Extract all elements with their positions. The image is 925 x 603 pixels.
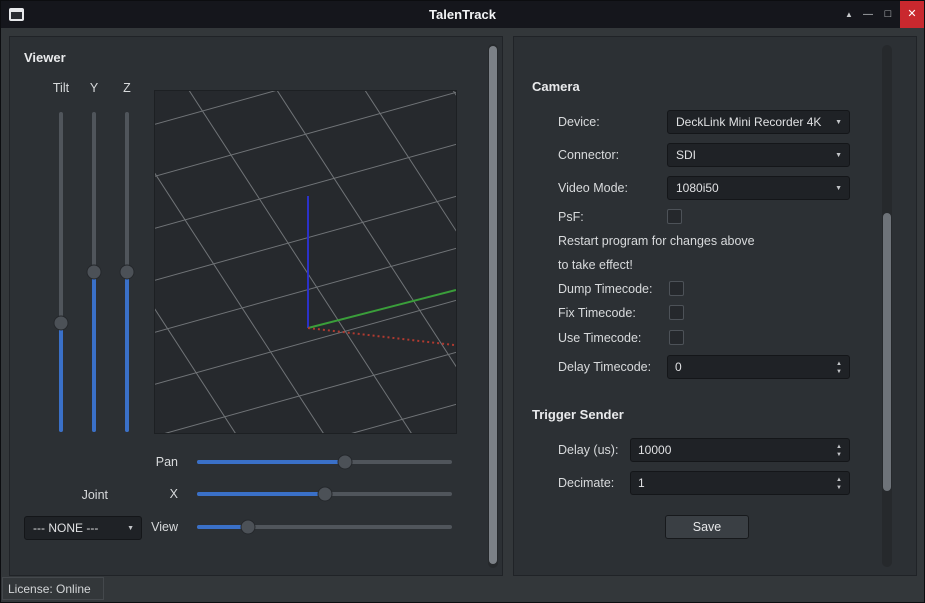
statusbar-cell: License: Online	[2, 577, 104, 600]
slider-fill	[92, 272, 96, 432]
z-slider[interactable]	[117, 112, 137, 432]
delay-us-spinbox[interactable]: ▲ ▼	[630, 438, 850, 462]
slider-fill	[59, 323, 63, 432]
fix-timecode-label: Fix Timecode:	[558, 305, 663, 321]
chevron-down-icon: ▼	[835, 144, 842, 167]
dump-timecode-label: Dump Timecode:	[558, 281, 663, 297]
delay-us-label: Delay (us):	[558, 442, 628, 458]
window-menu-icon-inner	[11, 12, 22, 19]
slider-fill	[125, 272, 129, 432]
delay-us-input[interactable]	[631, 439, 831, 461]
slider-fill	[197, 460, 345, 464]
camera-section-title: Camera	[532, 79, 580, 95]
spin-down-icon[interactable]: ▼	[836, 485, 842, 491]
viewer-panel: Viewer Tilt Y Z	[9, 36, 503, 576]
spin-arrows[interactable]: ▲ ▼	[832, 439, 846, 463]
3d-viewport[interactable]	[154, 90, 457, 434]
slider-fill	[197, 492, 325, 496]
joint-select-value: --- NONE ---	[33, 521, 98, 535]
delay-timecode-label: Delay Timecode:	[558, 359, 666, 375]
chevron-down-icon: ▼	[835, 177, 842, 200]
psf-checkbox[interactable]	[667, 209, 682, 224]
grid-3d-view	[155, 91, 457, 434]
window-title: TalenTrack	[1, 1, 924, 28]
pan-slider[interactable]	[197, 452, 452, 472]
chevron-down-icon: ▼	[835, 111, 842, 134]
x-slider[interactable]	[197, 484, 452, 504]
slider-handle[interactable]	[54, 316, 69, 331]
viewer-scrollbar[interactable]	[488, 44, 498, 568]
pan-slider-label: Pan	[108, 454, 178, 470]
video-mode-label: Video Mode:	[558, 180, 663, 196]
video-mode-select[interactable]: 1080i50 ▼	[667, 176, 850, 200]
delay-timecode-input[interactable]	[668, 356, 831, 378]
axis-green-line	[308, 290, 456, 328]
spin-up-icon[interactable]: ▲	[836, 361, 842, 367]
spin-arrows[interactable]: ▲ ▼	[832, 472, 846, 496]
decimate-label: Decimate:	[558, 475, 628, 491]
spin-up-icon[interactable]: ▲	[836, 477, 842, 483]
settings-panel: Camera Device: DeckLink Mini Recorder 4K…	[513, 36, 917, 576]
spin-arrows[interactable]: ▲ ▼	[832, 356, 846, 380]
maximize-icon[interactable]: □	[879, 1, 897, 28]
decimate-input[interactable]	[631, 472, 831, 494]
slider-handle[interactable]	[120, 265, 135, 280]
settings-scrollbar[interactable]	[882, 45, 892, 567]
joint-select[interactable]: --- NONE --- ▼	[24, 516, 142, 540]
axis-red-dotted-line	[308, 328, 454, 345]
restart-note-line2: to take effect!	[558, 257, 858, 273]
slider-handle[interactable]	[337, 455, 352, 470]
viewer-scrollbar-thumb[interactable]	[489, 46, 497, 564]
view-slider[interactable]	[197, 517, 452, 537]
restart-note-line1: Restart program for changes above	[558, 233, 858, 249]
window-menu-icon[interactable]	[9, 8, 24, 21]
dump-timecode-checkbox[interactable]	[669, 281, 684, 296]
slider-handle[interactable]	[241, 520, 256, 535]
app-window: TalenTrack ▲ — □ ✕ Viewer Tilt Y Z	[0, 0, 925, 603]
connector-select-value: SDI	[676, 148, 696, 162]
y-slider[interactable]	[84, 112, 104, 432]
trigger-sender-section-title: Trigger Sender	[532, 407, 624, 423]
use-timecode-label: Use Timecode:	[558, 330, 663, 346]
spin-up-icon[interactable]: ▲	[836, 444, 842, 450]
x-slider-label: X	[108, 486, 178, 502]
chevron-down-icon: ▼	[127, 517, 134, 540]
minimize-icon[interactable]: —	[859, 1, 877, 28]
connector-label: Connector:	[558, 147, 663, 163]
decimate-spinbox[interactable]: ▲ ▼	[630, 471, 850, 495]
fix-timecode-checkbox[interactable]	[669, 305, 684, 320]
close-icon[interactable]: ✕	[900, 1, 924, 28]
viewer-title: Viewer	[24, 50, 66, 66]
device-select[interactable]: DeckLink Mini Recorder 4K ▼	[667, 110, 850, 134]
slider-handle[interactable]	[87, 265, 102, 280]
joint-label: Joint	[50, 487, 108, 503]
use-timecode-checkbox[interactable]	[669, 330, 684, 345]
rollup-icon[interactable]: ▲	[840, 1, 858, 28]
save-button[interactable]: Save	[665, 515, 749, 539]
titlebar: TalenTrack ▲ — □ ✕	[1, 1, 924, 28]
spin-down-icon[interactable]: ▼	[836, 369, 842, 375]
tilt-slider[interactable]	[51, 112, 71, 432]
settings-scrollbar-thumb[interactable]	[883, 213, 891, 491]
video-mode-select-value: 1080i50	[676, 181, 719, 195]
device-label: Device:	[558, 114, 663, 130]
z-slider-label: Z	[107, 80, 147, 96]
connector-select[interactable]: SDI ▼	[667, 143, 850, 167]
delay-timecode-spinbox[interactable]: ▲ ▼	[667, 355, 850, 379]
status-license: License: Online	[8, 580, 91, 598]
psf-label: PsF:	[558, 209, 663, 225]
spin-down-icon[interactable]: ▼	[836, 452, 842, 458]
slider-handle[interactable]	[317, 487, 332, 502]
device-select-value: DeckLink Mini Recorder 4K	[676, 115, 821, 129]
